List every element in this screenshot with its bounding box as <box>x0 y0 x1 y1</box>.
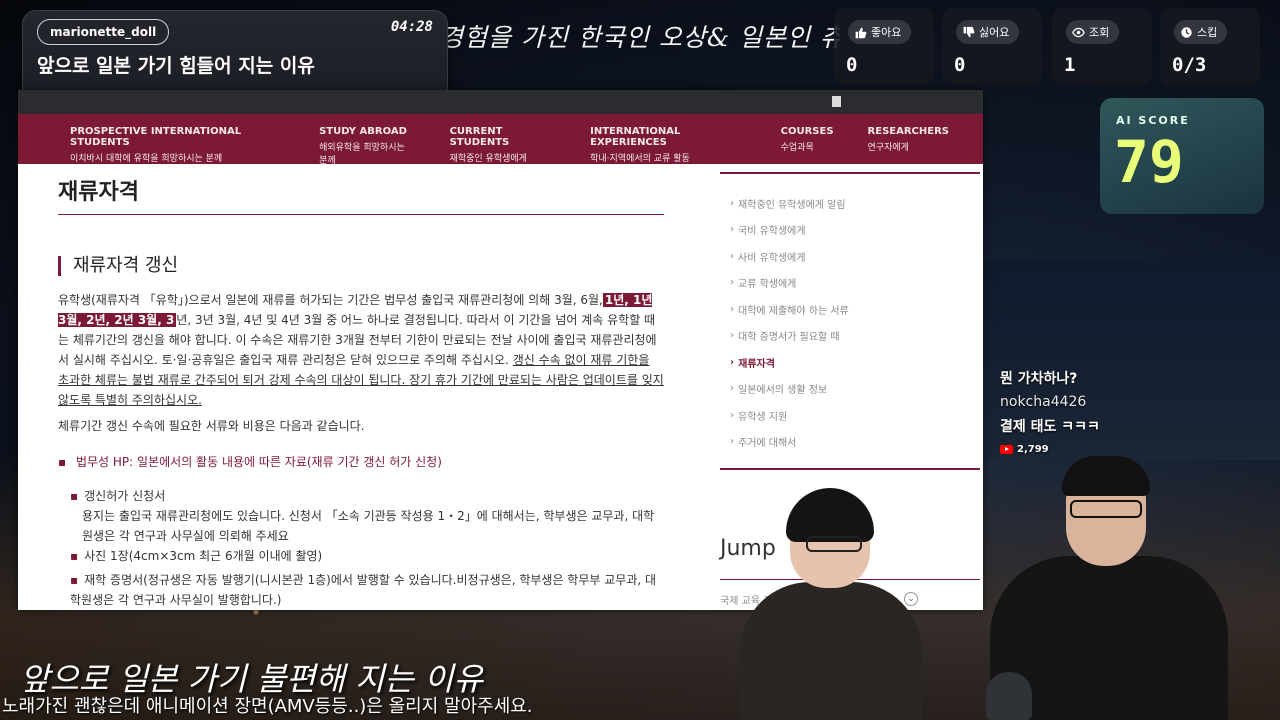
stat-skips-value: 0/3 <box>1172 54 1207 76</box>
sidebar-item-exchange[interactable]: 교류 학생에게 <box>720 270 980 297</box>
ministry-bullet: 법무성 HP: 일본에서의 활동 내용에 따른 자료(재류 기간 갱신 허가 신… <box>58 452 442 472</box>
residence-paragraph: 유학생(재류자격 「유학」)으로서 일본에 재류를 허가되는 기간은 법무성 출… <box>58 293 664 407</box>
stat-views[interactable]: 조회 1 <box>1052 8 1152 84</box>
stat-skips-label: 스킵 <box>1197 26 1218 39</box>
presenter-left-body <box>740 582 922 720</box>
nav-item-prospective[interactable]: PROSPECTIVE INTERNATIONAL STUDENTS 이치바시 … <box>70 114 285 164</box>
photo-bullet: 사진 1장(4cm×3cm 최근 6개월 이내에 촬영) <box>70 546 322 566</box>
ai-score-value: 79 <box>1114 128 1184 196</box>
microphone <box>986 672 1032 720</box>
stat-likes-label: 좋아요 <box>871 26 902 39</box>
site-navigation: PROSPECTIVE INTERNATIONAL STUDENTS 이치바시 … <box>18 114 983 166</box>
nav-item-researchers[interactable]: RESEARCHERS 연구자에게 <box>868 114 949 164</box>
sidebar-item-certificates[interactable]: 대학 증명서가 필요할 때 <box>720 323 980 350</box>
document-icon <box>832 96 841 107</box>
stat-dislikes[interactable]: 싫어요 0 <box>942 8 1042 84</box>
sidebar-item-private[interactable]: 사비 유학생에게 <box>720 243 980 270</box>
video-title: 앞으로 일본 가기 힘들어 지는 이유 <box>37 55 315 77</box>
stat-dislikes-label: 싫어요 <box>979 26 1010 39</box>
nav-item-international[interactable]: INTERNATIONAL EXPERIENCES 학내·지역에서의 교류 활동 <box>590 114 747 164</box>
presenter-left-glasses <box>806 536 862 552</box>
presenter-right-hair <box>1062 456 1150 496</box>
eye-icon <box>1072 27 1085 37</box>
apply-form-text: 용지는 출입국 재류관리청에도 있습니다. 신청서 「소속 기관등 작성용 1・… <box>82 509 655 543</box>
clock-icon <box>1181 26 1192 38</box>
jump-heading: Jump <box>720 536 776 561</box>
chat-message: 결제 태도 ㅋㅋㅋ <box>1000 419 1100 435</box>
sidebar-item-housing[interactable]: 주거에 대해서 <box>720 429 980 456</box>
nav-item-current-students[interactable]: CURRENT STUDENTS 재학중인 유학생에게 <box>450 114 557 164</box>
chevron-down-icon[interactable]: ⌄ <box>904 592 918 606</box>
sidebar-item-support[interactable]: 유학생 지원 <box>720 402 980 429</box>
certificate-bullet: 재학 증명서(정규생은 자동 발행기(니시본관 1층)에서 발행할 수 있습니다… <box>70 570 664 610</box>
stat-likes-value: 0 <box>846 54 858 76</box>
stat-skips[interactable]: 스킵 0/3 <box>1160 8 1260 84</box>
ministry-link[interactable]: 일본에서의 활동 내용에 따른 자료(재류 기간 갱신 허가 신청) <box>137 455 442 469</box>
ai-score-label: AI SCORE <box>1116 114 1190 127</box>
chat-username: nokcha4426 <box>1000 394 1087 410</box>
youtube-count-row: 2,799 <box>1000 444 1100 455</box>
sidebar-item-documents[interactable]: 대학에 제출해야 하는 서류 <box>720 296 980 323</box>
nav-item-courses[interactable]: COURSES 수업과목 <box>781 114 834 164</box>
notice-caption: 노래가진 괜찮은데 애니메이션 장면(AMV등등..)은 올리지 말아주세요. <box>2 696 533 717</box>
channel-name[interactable]: marionette_doll <box>37 19 170 45</box>
sidebar-item-gov-scholar[interactable]: 국비 유학생에게 <box>720 217 980 244</box>
documents-intro: 체류기간 갱신 수속에 필요한 서류와 비용은 다음과 같습니다. <box>58 419 365 433</box>
title-divider <box>58 214 664 215</box>
video-time: 04:28 <box>390 19 433 35</box>
sidebar-menu: 재학중인 유학생에게 알림 국비 유학생에게 사비 유학생에게 교류 학생에게 … <box>720 190 980 455</box>
sidebar-top-rule <box>720 172 980 174</box>
sidebar-item-notice[interactable]: 재학중인 유학생에게 알림 <box>720 190 980 217</box>
background-title: 경험을 가진 한국인 오상& 일본인 츄미코 <box>440 23 840 52</box>
stat-views-value: 1 <box>1064 54 1076 76</box>
chat-question: 뭔 가차하나? <box>1000 371 1078 387</box>
browser-toolbar <box>18 90 983 114</box>
sidebar-item-life-info[interactable]: 일본에서의 생활 정보 <box>720 376 980 403</box>
apply-form-bullet[interactable]: 갱신허가 신청서 <box>70 486 165 506</box>
nav-item-study-abroad[interactable]: STUDY ABROAD 해외유학을 희망하시는 분께 <box>319 114 415 166</box>
sidebar-item-residence[interactable]: 재류자격 <box>720 349 980 376</box>
youtube-icon <box>1000 445 1013 454</box>
stat-dislikes-value: 0 <box>954 54 966 76</box>
stat-likes[interactable]: 좋아요 0 <box>834 8 934 84</box>
sidebar-bottom-rule <box>720 468 980 470</box>
section-heading: 재류자격 갱신 <box>58 256 178 276</box>
ai-score-panel: AI SCORE 79 <box>1100 98 1264 214</box>
stat-views-label: 조회 <box>1089 26 1110 39</box>
chat-overlay: 뭔 가차하나? nokcha4426 결제 태도 ㅋㅋㅋ 2,799 <box>1000 368 1100 455</box>
youtube-count: 2,799 <box>1017 444 1049 455</box>
presenter-right-glasses <box>1070 500 1142 518</box>
thumbs-up-icon <box>855 27 867 38</box>
thumbs-down-icon <box>963 26 975 37</box>
page-title: 재류자격 <box>58 180 139 205</box>
